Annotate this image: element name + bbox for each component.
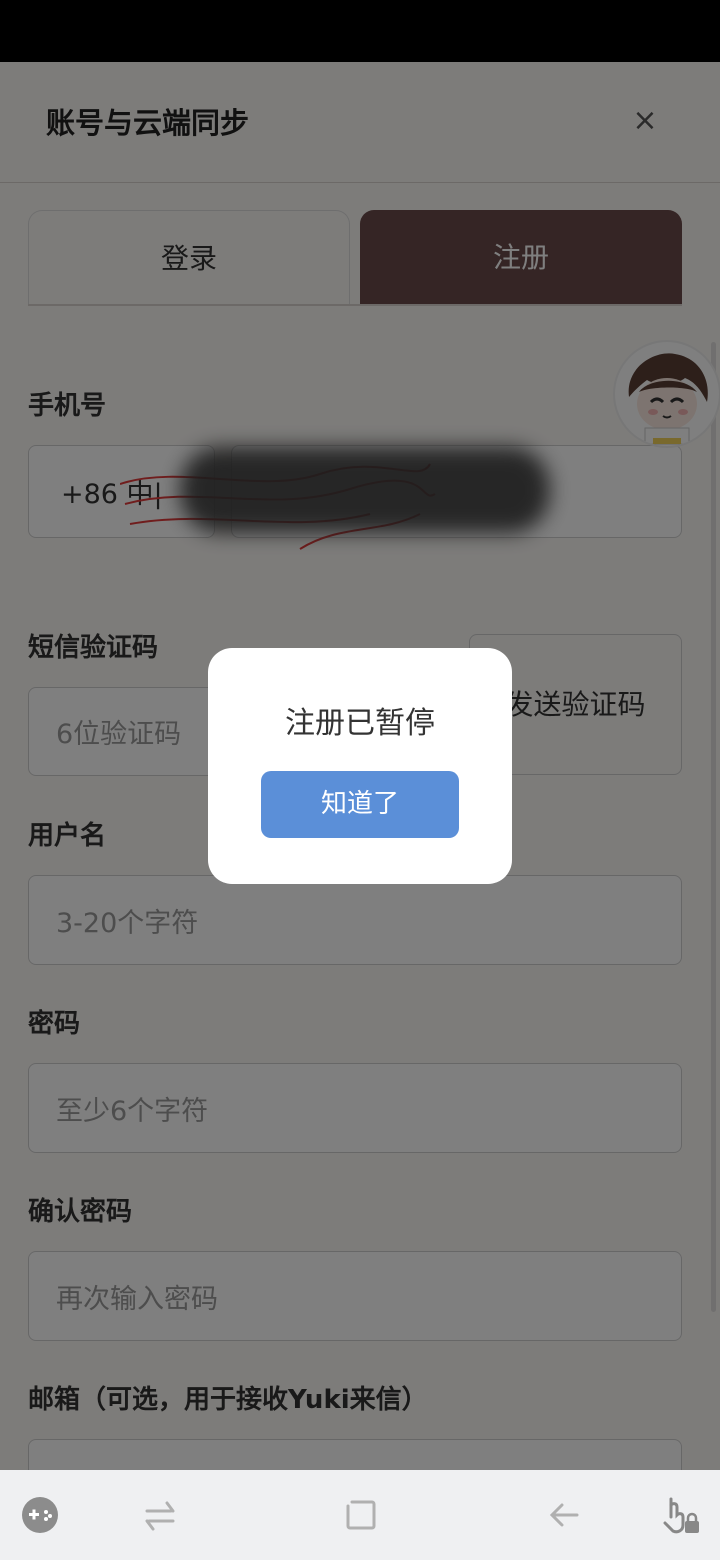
square-icon[interactable] bbox=[340, 1470, 382, 1560]
gamepad-icon[interactable] bbox=[14, 1470, 66, 1560]
switch-icon[interactable] bbox=[138, 1470, 182, 1560]
status-bar bbox=[0, 0, 720, 62]
acknowledge-button[interactable]: 知道了 bbox=[261, 771, 459, 838]
navigation-bar bbox=[0, 1470, 720, 1560]
dialog-message: 注册已暂停 bbox=[285, 706, 435, 741]
back-arrow-icon[interactable] bbox=[542, 1470, 586, 1560]
notice-dialog: 注册已暂停 知道了 bbox=[208, 648, 512, 884]
touch-lock-icon[interactable] bbox=[656, 1470, 706, 1560]
